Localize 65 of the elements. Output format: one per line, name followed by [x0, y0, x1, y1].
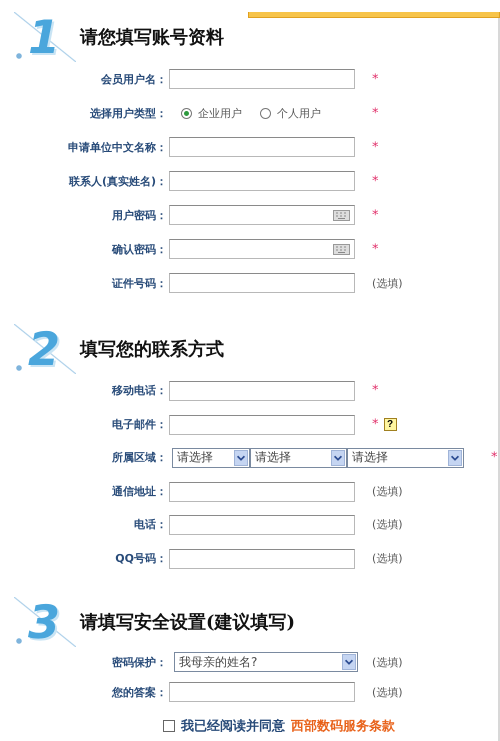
field-label: 通信地址：: [111, 484, 167, 499]
field-label: 密码保护：: [111, 654, 167, 670]
text-field[interactable]: [169, 273, 355, 294]
section-title: 填写您的联系方式: [80, 338, 224, 361]
field-label: 会员用户名：: [100, 72, 167, 86]
text-field[interactable]: [169, 171, 355, 192]
keyboard-icon[interactable]: [333, 210, 350, 221]
field-label: 电子邮件：: [111, 416, 167, 432]
radio-icon[interactable]: [260, 108, 271, 118]
required-mark: *: [372, 208, 378, 222]
required-mark: *: [372, 242, 378, 256]
section-title: 请填写安全设置(建议填写): [80, 611, 296, 634]
field-label: 移动电话：: [110, 383, 167, 398]
field-label: 电话：: [133, 517, 167, 532]
field-label: 申请单位中文名称：: [67, 140, 167, 154]
required-mark: *: [372, 383, 378, 398]
required-mark: *: [372, 416, 378, 432]
text-field[interactable]: [169, 482, 355, 502]
field-label: 选择用户类型：: [89, 106, 167, 120]
password-field[interactable]: [169, 239, 355, 259]
optional-note: (选填): [372, 684, 403, 700]
chevron-down-icon[interactable]: [448, 450, 462, 466]
field-label: 所属区域：: [111, 450, 167, 466]
radio-icon[interactable]: [181, 108, 192, 118]
agree-checkbox[interactable]: [163, 720, 175, 732]
step-badge: 3: [14, 597, 76, 647]
required-mark: *: [491, 450, 498, 466]
text-field[interactable]: [169, 515, 355, 535]
dropdown[interactable]: 请选择: [347, 448, 464, 468]
dropdown[interactable]: 我母亲的姓名?: [174, 652, 358, 672]
optional-note: (选填): [372, 550, 403, 566]
field-label: 证件号码：: [110, 276, 167, 290]
text-field[interactable]: [169, 381, 355, 401]
text-field[interactable]: [169, 414, 355, 434]
radio-option[interactable]: 个人用户: [260, 106, 321, 120]
field-label: 确认密码：: [110, 242, 167, 256]
optional-note: (选填): [372, 654, 403, 670]
dropdown[interactable]: 请选择: [250, 448, 347, 468]
dropdown[interactable]: 请选择: [172, 448, 250, 468]
text-field[interactable]: [169, 69, 355, 90]
required-mark: *: [372, 174, 378, 188]
required-mark: *: [372, 106, 378, 120]
chevron-down-icon[interactable]: [331, 450, 345, 466]
required-mark: *: [372, 140, 378, 154]
text-field[interactable]: [169, 137, 355, 158]
chevron-down-icon[interactable]: [234, 450, 248, 466]
keyboard-icon[interactable]: [333, 244, 350, 255]
optional-note: (选填): [372, 276, 403, 290]
password-field[interactable]: [169, 205, 355, 225]
field-label: 用户密码：: [110, 208, 167, 222]
field-label: 联系人(真实姓名)：: [68, 174, 167, 188]
section-title: 请您填写账号资料: [80, 26, 224, 49]
field-label: 您的答案：: [110, 684, 167, 700]
radio-option[interactable]: 企业用户: [181, 106, 242, 120]
optional-note: (选填): [372, 484, 403, 499]
required-mark: *: [372, 72, 378, 86]
optional-note: (选填): [372, 517, 403, 532]
step-badge: 2: [14, 324, 76, 374]
agreement-text: 我已经阅读并同意: [181, 718, 285, 735]
chevron-down-icon[interactable]: [342, 654, 356, 670]
step-badge: 1: [14, 12, 76, 62]
text-field[interactable]: [169, 682, 355, 702]
help-icon[interactable]: ?: [384, 418, 396, 431]
field-label: QQ号码：: [114, 550, 167, 566]
text-field[interactable]: [169, 548, 355, 568]
